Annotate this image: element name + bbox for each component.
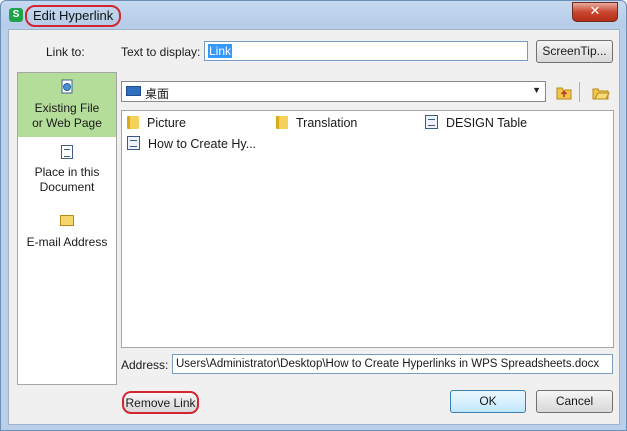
text-to-display-value: Link <box>208 44 233 58</box>
link-type-sidebar: Existing File or Web Page Place in this … <box>17 72 117 385</box>
dialog-body: Link to: Text to display: Link ScreenTip… <box>8 29 620 425</box>
address-input[interactable]: Users\Administrator\Desktop\How to Creat… <box>172 354 613 374</box>
file-name: How to Create Hy... <box>148 137 257 151</box>
document-icon <box>61 145 73 159</box>
sidebar-item-label: Document <box>39 180 95 194</box>
ok-button[interactable]: OK <box>450 390 526 413</box>
close-button[interactable]: ✕ <box>572 2 618 22</box>
sidebar-item-existing-file[interactable]: Existing File or Web Page <box>18 73 116 137</box>
chevron-down-icon[interactable]: ▼ <box>532 85 541 95</box>
location-value: 桌面 <box>145 87 170 101</box>
sidebar-item-label: Place in this <box>34 165 100 179</box>
address-label: Address: <box>121 358 169 372</box>
word-document-icon <box>127 136 140 150</box>
mail-icon <box>60 215 74 226</box>
dialog-title: Edit Hyperlink <box>25 5 122 27</box>
location-dropdown[interactable]: 桌面 ▼ <box>121 81 546 102</box>
desktop-icon <box>126 86 141 96</box>
text-to-display-input[interactable]: Link <box>204 41 528 61</box>
screentip-button[interactable]: ScreenTip... <box>536 40 613 63</box>
word-document-icon <box>425 115 438 129</box>
sidebar-item-label: E-mail Address <box>26 235 108 249</box>
sidebar-item-place-in-document[interactable]: Place in this Document <box>18 145 116 201</box>
document-globe-icon <box>61 79 73 94</box>
file-name: DESIGN Table <box>446 116 528 130</box>
list-item[interactable]: Translation <box>276 115 357 131</box>
spreadsheet-app-icon: S <box>9 8 23 22</box>
edit-hyperlink-dialog: S Edit Hyperlink ✕ Link to: Text to disp… <box>0 0 627 431</box>
up-folder-icon[interactable] <box>555 83 573 101</box>
list-item[interactable]: Picture <box>127 115 186 131</box>
browse-folder-icon[interactable] <box>592 83 610 101</box>
folder-icon <box>276 116 288 129</box>
folder-icon <box>127 116 139 129</box>
sidebar-item-email-address[interactable]: E-mail Address <box>18 215 116 255</box>
cancel-button[interactable]: Cancel <box>536 390 613 413</box>
list-item[interactable]: How to Create Hy... <box>127 136 256 152</box>
list-item[interactable]: DESIGN Table <box>425 115 527 131</box>
file-name: Translation <box>296 116 358 130</box>
link-to-label: Link to: <box>46 45 85 59</box>
sidebar-item-label: or Web Page <box>32 116 102 130</box>
file-list[interactable]: Picture Translation DESIGN Table How to … <box>121 110 614 348</box>
text-to-display-label: Text to display: <box>121 45 201 59</box>
sidebar-item-label: Existing File <box>34 101 100 115</box>
toolbar-divider <box>579 82 580 102</box>
file-name: Picture <box>147 116 186 130</box>
remove-link-button[interactable]: Remove Link <box>122 391 199 414</box>
title-bar[interactable]: S Edit Hyperlink ✕ <box>1 1 626 29</box>
